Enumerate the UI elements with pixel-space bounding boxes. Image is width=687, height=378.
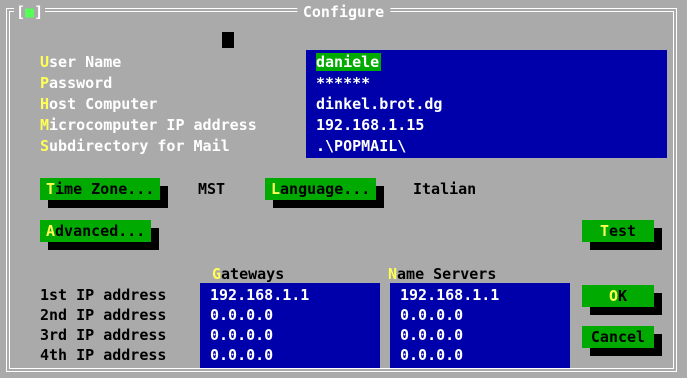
name-servers-header: Name Servers xyxy=(388,265,497,283)
name-server-4[interactable]: 0.0.0.0 xyxy=(400,345,463,365)
label-microcomputer-ip: Microcomputer IP address xyxy=(40,116,257,134)
name-server-1[interactable]: 192.168.1.1 xyxy=(400,285,499,305)
label-password: Password xyxy=(40,74,113,92)
name-server-2[interactable]: 0.0.0.0 xyxy=(400,305,463,325)
user-name-field[interactable]: daniele xyxy=(316,52,382,73)
close-button[interactable]: [■] xyxy=(14,2,46,22)
close-icon: ■ xyxy=(25,3,35,21)
password-field[interactable]: ****** xyxy=(316,73,370,94)
gateway-3[interactable]: 0.0.0.0 xyxy=(210,325,273,345)
gateway-1[interactable]: 192.168.1.1 xyxy=(210,285,309,305)
row-label-2nd: 2nd IP address xyxy=(40,306,167,324)
label-user-name: User Name xyxy=(40,53,122,71)
gateways-list[interactable]: 192.168.1.1 0.0.0.0 0.0.0.0 0.0.0.0 xyxy=(200,283,380,368)
gateway-4[interactable]: 0.0.0.0 xyxy=(210,345,273,365)
row-label-1st: 1st IP address xyxy=(40,286,167,304)
language-button[interactable]: Language... xyxy=(265,178,377,200)
dialog-title: Configure xyxy=(296,2,391,22)
microcomputer-ip-field[interactable]: 192.168.1.15 xyxy=(316,115,424,136)
time-zone-button[interactable]: Time Zone... xyxy=(40,178,161,200)
configure-dialog: [■] Configure User Name Password Host Co… xyxy=(0,0,687,378)
text-cursor xyxy=(222,32,234,48)
time-zone-value: MST xyxy=(198,180,226,198)
ok-button[interactable]: OK xyxy=(582,285,654,307)
host-computer-field[interactable]: dinkel.brot.dg xyxy=(316,94,442,115)
name-servers-list[interactable]: 192.168.1.1 0.0.0.0 0.0.0.0 0.0.0.0 xyxy=(390,283,570,368)
mail-subdirectory-field[interactable]: .\POPMAIL\ xyxy=(316,136,406,157)
name-server-3[interactable]: 0.0.0.0 xyxy=(400,325,463,345)
gateways-header: Gateways xyxy=(212,265,285,283)
title-bar: [■] Configure xyxy=(0,2,687,22)
label-mail-subdirectory: Subdirectory for Mail xyxy=(40,137,230,155)
cancel-button[interactable]: Cancel xyxy=(582,326,654,348)
row-label-3rd: 3rd IP address xyxy=(40,326,167,344)
gateway-2[interactable]: 0.0.0.0 xyxy=(210,305,273,325)
advanced-button[interactable]: Advanced... xyxy=(40,220,152,242)
user-settings-fields: daniele ****** dinkel.brot.dg 192.168.1.… xyxy=(306,50,667,158)
row-label-4th: 4th IP address xyxy=(40,346,167,364)
test-button[interactable]: Test xyxy=(582,220,654,242)
language-value: Italian xyxy=(413,180,477,198)
label-host-computer: Host Computer xyxy=(40,95,158,113)
